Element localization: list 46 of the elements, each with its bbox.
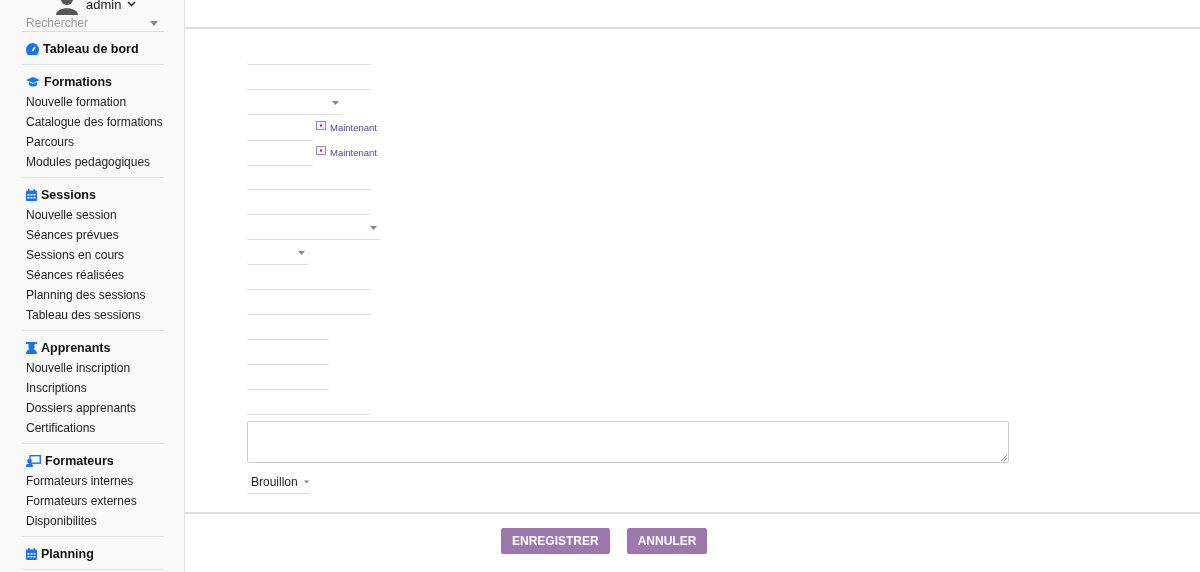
menu-item[interactable]: Disponibilites <box>26 511 164 531</box>
calendar-icon[interactable] <box>316 121 326 130</box>
menu-item[interactable]: Formateurs internes <box>26 471 164 491</box>
now-link[interactable]: Maintenant <box>330 147 377 158</box>
section-heading[interactable]: Tableau de bord <box>43 42 139 56</box>
menu-item[interactable]: Sessions en cours <box>26 245 164 265</box>
action-button[interactable]: ENREGISTRER <box>501 528 610 554</box>
menu-item[interactable]: Formateurs externes <box>26 491 164 511</box>
user-name[interactable]: admin <box>86 0 122 12</box>
menu-item[interactable]: Planning des sessions <box>26 285 164 305</box>
resize-grip-icon[interactable] <box>1001 455 1007 461</box>
caret-icon <box>303 479 309 484</box>
menu-item[interactable]: Parcours <box>26 132 164 152</box>
chevron-icon[interactable] <box>127 1 137 7</box>
menu-item[interactable]: Séances réalisées <box>26 265 164 285</box>
caret-icon <box>370 225 377 230</box>
menu-item[interactable]: Nouvelle session <box>26 205 164 225</box>
menu-item[interactable]: Modules pedagogiques <box>26 152 164 172</box>
section-heading[interactable]: Formations <box>44 75 113 89</box>
menu-item[interactable]: Nouvelle inscription <box>26 358 164 378</box>
now-link[interactable]: Maintenant <box>330 122 377 133</box>
textarea-field[interactable] <box>247 421 1009 463</box>
calendar-icon <box>26 548 37 560</box>
menu-item[interactable]: Catalogue des formations <box>26 112 164 132</box>
caret-icon <box>150 21 158 26</box>
calendar-icon <box>26 189 37 201</box>
menu-item[interactable]: Nouvelle formation <box>26 92 164 112</box>
student-icon <box>26 342 37 354</box>
graduation-cap-icon <box>26 77 40 87</box>
section-heading[interactable]: Formateurs <box>45 454 114 468</box>
teacher-icon <box>26 455 41 467</box>
calendar-icon[interactable] <box>316 146 326 155</box>
section-heading[interactable]: Sessions <box>41 188 96 202</box>
section-heading[interactable]: Apprenants <box>41 341 111 355</box>
menu-item[interactable]: Séances prévues <box>26 225 164 245</box>
menu-item[interactable]: Certifications <box>26 418 164 438</box>
menu-item[interactable]: Dossiers apprenants <box>26 398 164 418</box>
section-heading[interactable]: Planning <box>41 547 94 561</box>
menu-item[interactable]: Inscriptions <box>26 378 164 398</box>
caret-icon <box>298 250 305 255</box>
status-select[interactable]: Brouillon <box>247 470 309 494</box>
gauge-icon <box>26 43 39 55</box>
menu-item[interactable]: Tableau des sessions <box>26 305 164 325</box>
action-button[interactable]: ANNULER <box>626 528 708 554</box>
caret-icon <box>332 100 339 105</box>
search-field[interactable]: Rechercher <box>22 15 164 32</box>
